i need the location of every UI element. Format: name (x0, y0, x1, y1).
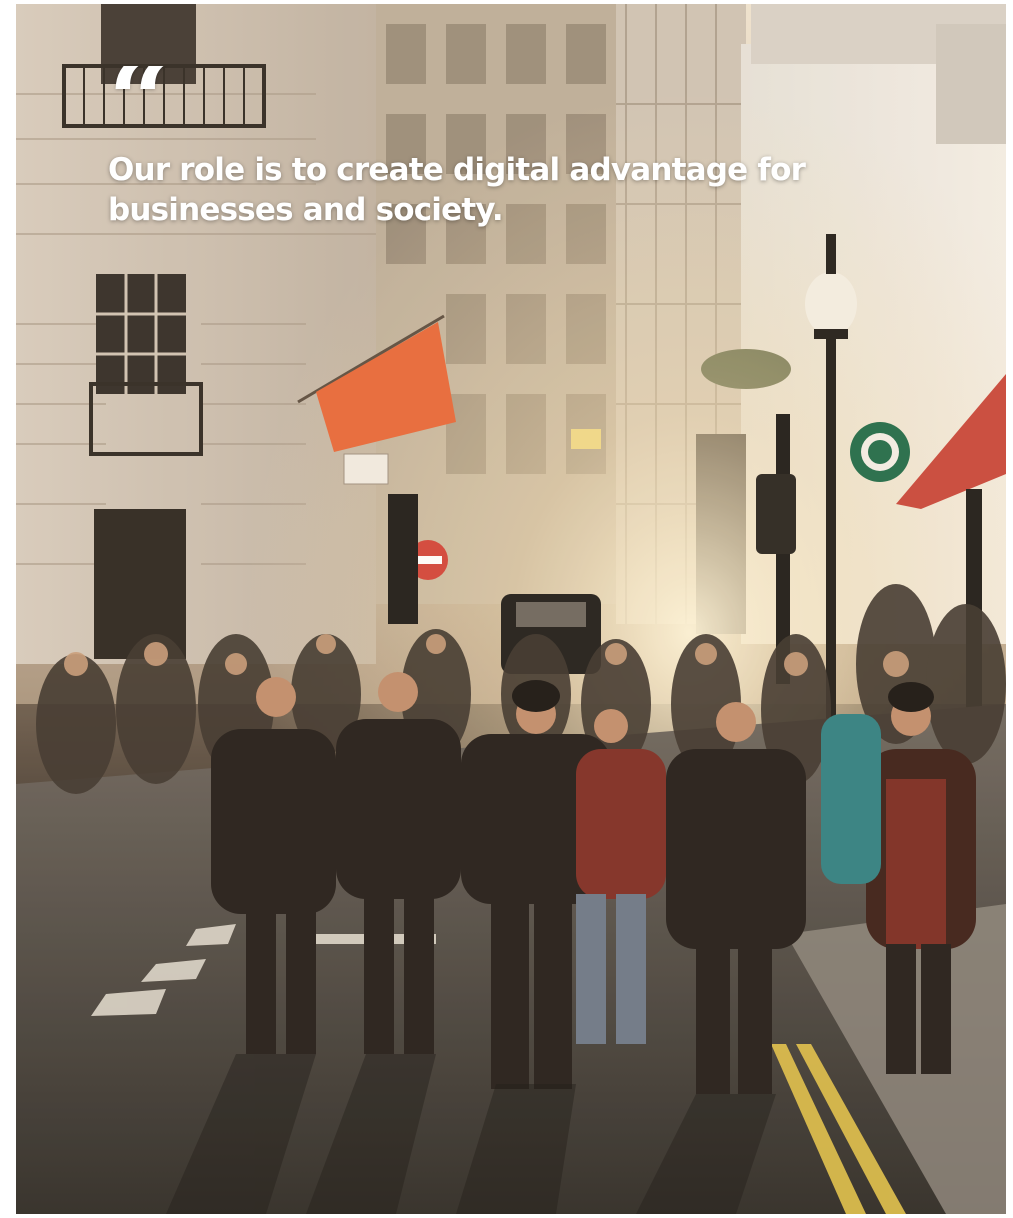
quote-line-1: Our role is to create digital advantage … (108, 152, 806, 188)
quote-line-2: businesses and society. (108, 192, 504, 228)
quote-text: Our role is to create digital advantage … (108, 150, 868, 230)
quote-block: “ Our role is to create digital advantag… (108, 66, 868, 230)
quote-mark-icon: “ (108, 66, 868, 124)
hero-photo: “ Our role is to create digital advantag… (16, 4, 1006, 1214)
